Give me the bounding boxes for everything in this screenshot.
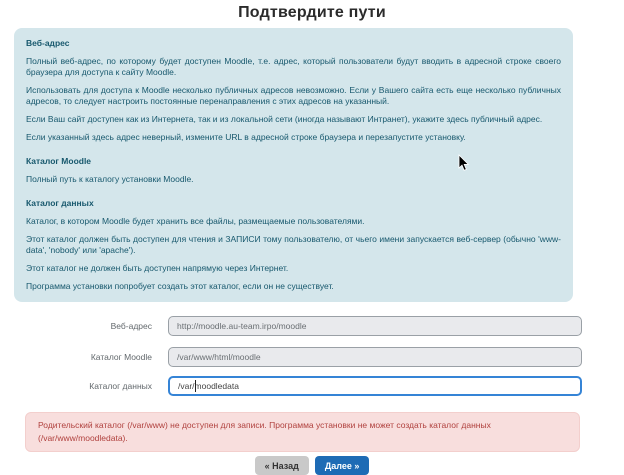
info-paragraph: Этот каталог должен быть доступен для чт… — [26, 234, 561, 256]
web-address-input[interactable] — [168, 316, 582, 336]
info-section-data-directory: Каталог данных Каталог, в котором Moodle… — [26, 198, 561, 292]
info-paragraph: Если Ваш сайт доступен как из Интернета,… — [26, 114, 561, 125]
moodle-directory-input[interactable] — [168, 347, 582, 367]
data-directory-label: Каталог данных — [0, 381, 152, 391]
info-paragraph: Полный веб-адрес, по которому будет дост… — [26, 56, 561, 78]
paths-info-box: Веб-адрес Полный веб-адрес, по которому … — [14, 28, 573, 302]
data-directory-input[interactable] — [168, 376, 582, 396]
error-alert: Родительский каталог (/var/www) не досту… — [25, 412, 580, 452]
info-heading-web-address: Веб-адрес — [26, 38, 561, 49]
form-row-moodle-directory: Каталог Moodle — [0, 347, 624, 367]
info-section-web-address: Веб-адрес Полный веб-адрес, по которому … — [26, 38, 561, 143]
info-heading-data-directory: Каталог данных — [26, 198, 561, 209]
info-paragraph: Использовать для доступа к Moodle нескол… — [26, 85, 561, 107]
error-message: Родительский каталог (/var/www) не досту… — [38, 420, 491, 443]
info-paragraph: Полный путь к каталогу установки Moodle. — [26, 174, 561, 185]
form-row-web-address: Веб-адрес — [0, 316, 624, 336]
paths-form: Веб-адрес Каталог Moodle Каталог данных — [0, 316, 624, 396]
info-heading-moodle-directory: Каталог Moodle — [26, 156, 561, 167]
info-paragraph: Если указанный здесь адрес неверный, изм… — [26, 132, 561, 143]
info-paragraph: Этот каталог не должен быть доступен нап… — [26, 263, 561, 274]
info-paragraph: Каталог, в котором Moodle будет хранить … — [26, 216, 561, 227]
info-paragraph: Программа установки попробует создать эт… — [26, 281, 561, 292]
form-row-data-directory: Каталог данных — [0, 376, 624, 396]
web-address-label: Веб-адрес — [0, 321, 152, 331]
text-caret — [195, 380, 196, 392]
page-title: Подтвердите пути — [0, 4, 624, 22]
moodle-directory-label: Каталог Moodle — [0, 352, 152, 362]
info-section-moodle-directory: Каталог Moodle Полный путь к каталогу ус… — [26, 156, 561, 185]
